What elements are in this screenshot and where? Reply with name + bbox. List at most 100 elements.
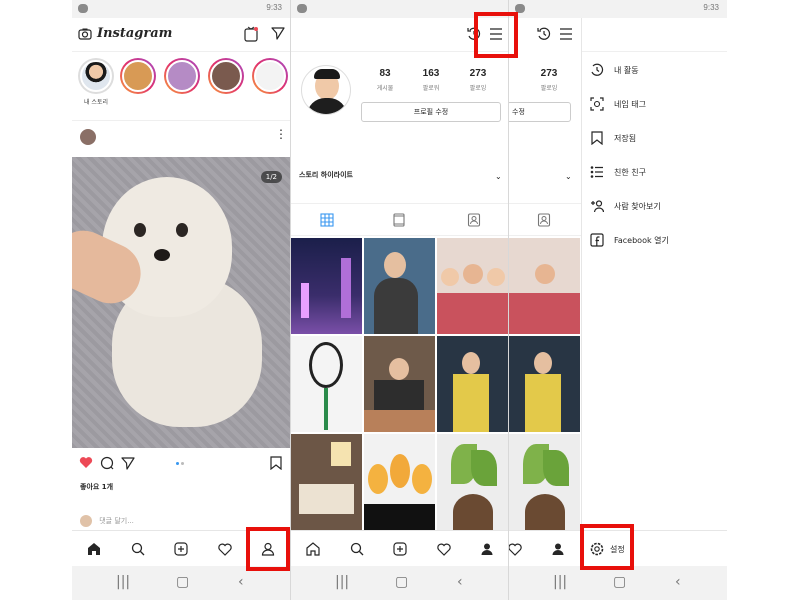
grid-photo[interactable] bbox=[291, 434, 362, 530]
feed-header: Instagram bbox=[72, 18, 290, 52]
grid-photo[interactable] bbox=[437, 238, 508, 334]
bookmark-icon bbox=[588, 129, 606, 147]
igtv-tab-icon[interactable] bbox=[393, 213, 407, 227]
comment-icon[interactable] bbox=[100, 456, 114, 470]
status-bar: 9:33 bbox=[509, 0, 727, 18]
instagram-logo: Instagram bbox=[97, 26, 173, 41]
menu-item-label: Facebook 열기 bbox=[614, 235, 669, 245]
grid-photo[interactable] bbox=[364, 434, 435, 530]
add-post-icon[interactable] bbox=[390, 539, 410, 559]
menu-item-discover-people[interactable]: 사람 찾아보기 bbox=[588, 196, 727, 216]
menu-item-label: 저장됨 bbox=[614, 133, 637, 143]
story-item[interactable] bbox=[120, 58, 156, 104]
stat-posts[interactable]: 83 게시물 bbox=[365, 68, 405, 92]
activity-heart-icon[interactable] bbox=[215, 539, 235, 559]
status-bar: 9:33 bbox=[72, 0, 290, 18]
menu-item-activity[interactable]: 내 활동 bbox=[588, 60, 727, 80]
tagged-icon[interactable] bbox=[537, 213, 551, 227]
menu-item-label: 사람 찾아보기 bbox=[614, 201, 661, 211]
add-post-icon[interactable] bbox=[171, 539, 191, 559]
home-button-icon[interactable]: ▢ bbox=[395, 574, 408, 590]
grid-photo[interactable] bbox=[437, 336, 508, 432]
edit-profile-button[interactable]: 수정 bbox=[509, 102, 571, 122]
profile-avatar[interactable] bbox=[301, 65, 351, 115]
activity-icon bbox=[588, 61, 606, 79]
home-icon[interactable] bbox=[84, 539, 104, 559]
search-icon[interactable] bbox=[347, 539, 367, 559]
archive-icon[interactable] bbox=[537, 27, 551, 41]
feed-screen: 9:33 Instagram 내 스토리 ⋮ 1/2 좋아요 1개 댓글 달기.… bbox=[72, 0, 290, 600]
grid-photo[interactable] bbox=[364, 336, 435, 432]
activity-heart-icon[interactable] bbox=[509, 539, 525, 559]
home-button-icon[interactable]: ▢ bbox=[176, 574, 189, 590]
carousel-dot bbox=[181, 462, 184, 465]
post-photo[interactable]: 1/2 bbox=[72, 157, 290, 448]
post-author-avatar[interactable] bbox=[80, 129, 96, 145]
status-time: 9:33 bbox=[266, 3, 282, 12]
highlight-menu-button bbox=[474, 12, 518, 58]
stat-label: 게시물 bbox=[376, 85, 394, 92]
comment-placeholder: 댓글 달기... bbox=[99, 517, 134, 525]
profile-icon[interactable] bbox=[477, 539, 497, 559]
more-options-icon[interactable]: ⋮ bbox=[275, 128, 287, 140]
back-icon[interactable]: ‹ bbox=[457, 574, 463, 590]
activity-heart-icon[interactable] bbox=[434, 539, 454, 559]
direct-message-icon[interactable] bbox=[271, 26, 285, 40]
chevron-down-icon[interactable]: ⌄ bbox=[565, 172, 572, 181]
menu-item-nametag[interactable]: 네임 태그 bbox=[588, 94, 727, 114]
menu-item-saved[interactable]: 저장됨 bbox=[588, 128, 727, 148]
highlight-settings bbox=[580, 524, 634, 570]
post-header: ⋮ bbox=[72, 126, 290, 152]
profile-icon[interactable] bbox=[548, 539, 568, 559]
grid-photo[interactable] bbox=[509, 238, 580, 334]
story-highlights-label[interactable]: 스토리 하이라이트 bbox=[299, 170, 353, 180]
menu-item-close-friends[interactable]: 친한 친구 bbox=[588, 162, 727, 182]
edit-profile-button[interactable]: 프로필 수정 bbox=[361, 102, 501, 122]
grid-photo[interactable] bbox=[509, 434, 580, 530]
stat-following[interactable]: 273 팔로잉 bbox=[529, 68, 569, 92]
panel-divider bbox=[508, 0, 509, 600]
story-item-mine[interactable]: 내 스토리 bbox=[78, 58, 114, 106]
grid-photo[interactable] bbox=[437, 434, 508, 530]
chevron-down-icon[interactable]: ⌄ bbox=[495, 172, 502, 181]
stat-following[interactable]: 273 팔로잉 bbox=[458, 68, 498, 92]
home-icon[interactable] bbox=[303, 539, 323, 559]
back-icon[interactable]: ‹ bbox=[238, 574, 244, 590]
bookmark-icon[interactable] bbox=[270, 456, 282, 470]
bottom-tab-bar bbox=[291, 530, 509, 566]
menu-item-label: 네임 태그 bbox=[614, 99, 646, 109]
menu-item-open-facebook[interactable]: Facebook 열기 bbox=[588, 230, 727, 250]
profile-menu-screen: 9:33 273 팔로잉 수정 ⌄ 내 활동 네임 태그 저장됨 친한 친구 사… bbox=[509, 0, 727, 600]
recent-apps-icon[interactable]: ||| bbox=[116, 574, 130, 590]
menu-item-label: 내 활동 bbox=[614, 65, 639, 75]
search-icon[interactable] bbox=[128, 539, 148, 559]
profile-view-tabs bbox=[291, 203, 509, 236]
grid-photo[interactable] bbox=[509, 336, 580, 432]
back-icon[interactable]: ‹ bbox=[675, 574, 681, 590]
nametag-icon bbox=[588, 95, 606, 113]
grid-view-icon[interactable] bbox=[320, 213, 334, 227]
grid-photo[interactable] bbox=[364, 238, 435, 334]
comment-row[interactable]: 댓글 달기... bbox=[80, 515, 134, 527]
profile-screen: 83 게시물 163 팔로워 273 팔로잉 프로필 수정 스토리 하이라이트 … bbox=[291, 0, 509, 600]
recent-apps-icon[interactable]: ||| bbox=[553, 574, 567, 590]
stat-value: 163 bbox=[422, 68, 440, 79]
story-item[interactable] bbox=[208, 58, 244, 104]
story-item[interactable] bbox=[252, 58, 288, 104]
hamburger-menu-icon[interactable] bbox=[559, 28, 573, 40]
camera-icon[interactable] bbox=[78, 27, 92, 41]
share-icon[interactable] bbox=[121, 456, 135, 470]
grid-photo[interactable] bbox=[291, 238, 362, 334]
tagged-icon[interactable] bbox=[467, 213, 481, 227]
stat-followers[interactable]: 163 팔로워 bbox=[411, 68, 451, 92]
home-button-icon[interactable]: ▢ bbox=[613, 574, 626, 590]
grid-photo[interactable] bbox=[291, 336, 362, 432]
stat-value: 273 bbox=[540, 68, 558, 79]
igtv-icon[interactable] bbox=[244, 26, 258, 42]
story-item[interactable] bbox=[164, 58, 200, 104]
like-heart-icon[interactable] bbox=[79, 456, 93, 469]
notification-icon bbox=[297, 4, 307, 13]
stat-label: 팔로워 bbox=[422, 85, 440, 92]
recent-apps-icon[interactable]: ||| bbox=[335, 574, 349, 590]
profile-remnant: 273 팔로잉 수정 ⌄ bbox=[509, 18, 581, 530]
